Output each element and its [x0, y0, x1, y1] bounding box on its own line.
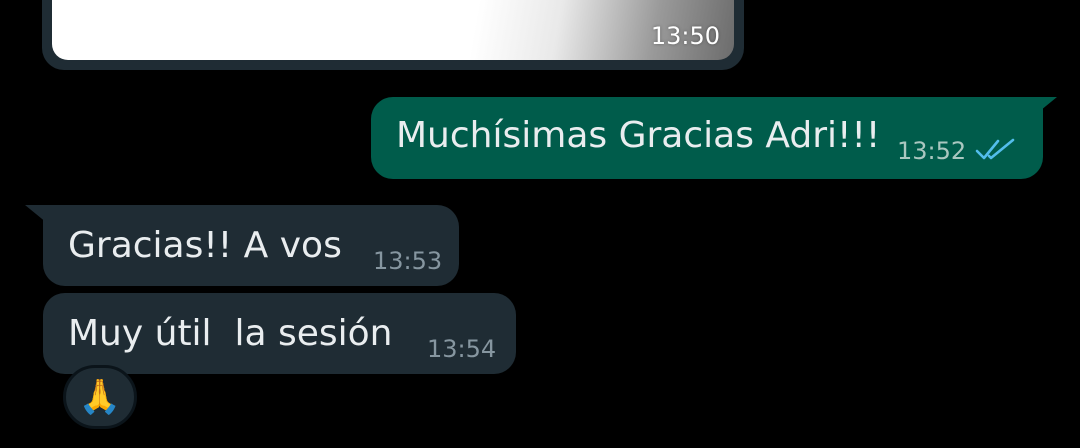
bubble-tail — [25, 205, 47, 223]
message-timestamp: 13:53 — [373, 247, 443, 275]
image-message-bubble[interactable]: 13:50 — [42, 0, 744, 70]
message-timestamp: 13:50 — [650, 22, 720, 50]
image-message-thumbnail[interactable]: 13:50 — [52, 0, 734, 60]
folded-hands-emoji-icon: 🙏 — [78, 377, 122, 417]
double-check-read-icon — [975, 138, 1015, 160]
chat-conversation: 13:50 Muchísimas Gracias Adri!!! 13:52 G… — [0, 0, 1080, 448]
message-timestamp: 13:54 — [427, 335, 497, 363]
incoming-message-bubble[interactable]: Gracias!! A vos 13:53 — [25, 205, 459, 286]
message-text: Gracias!! A vos — [68, 225, 342, 266]
message-text: Muchísimas Gracias Adri!!! — [396, 115, 881, 156]
bubble-tail — [1035, 97, 1057, 115]
message-timestamp: 13:52 — [897, 137, 967, 165]
outgoing-message-bubble[interactable]: Muchísimas Gracias Adri!!! 13:52 — [371, 97, 1057, 179]
message-text: Muy útil la sesión — [68, 313, 393, 354]
message-reaction[interactable]: 🙏 — [63, 365, 137, 429]
incoming-message-bubble[interactable]: Muy útil la sesión 13:54 — [43, 293, 516, 374]
